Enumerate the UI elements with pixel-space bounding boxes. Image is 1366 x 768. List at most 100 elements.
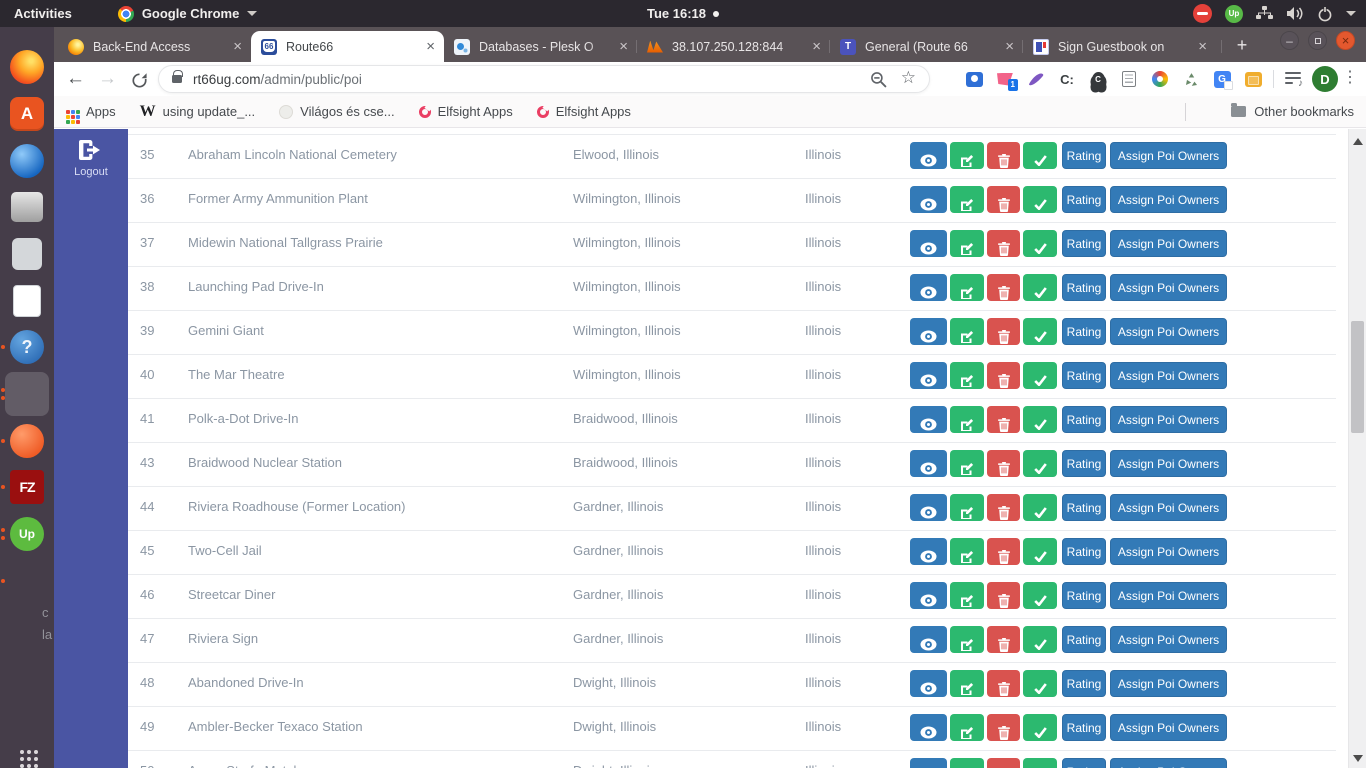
rating-button[interactable]: Rating <box>1062 274 1106 301</box>
approve-poi-button[interactable] <box>1023 362 1057 389</box>
rating-button[interactable]: Rating <box>1062 538 1106 565</box>
edit-poi-button[interactable] <box>950 538 984 565</box>
scroll-up-icon[interactable] <box>1353 138 1363 145</box>
browser-tab-4[interactable]: 38.107.250.128:844× <box>637 31 830 62</box>
assign-poi-owners-button[interactable]: Assign Poi Owners <box>1110 142 1227 169</box>
view-poi-button[interactable] <box>910 758 947 768</box>
bookmark-star-icon[interactable]: ☆ <box>901 68 916 88</box>
tab-close-icon[interactable]: × <box>616 39 631 54</box>
approve-poi-button[interactable] <box>1023 538 1057 565</box>
do-not-disturb-icon[interactable] <box>1193 4 1212 23</box>
assign-poi-owners-button[interactable]: Assign Poi Owners <box>1110 362 1227 389</box>
delete-poi-button[interactable] <box>987 406 1020 433</box>
delete-poi-button[interactable] <box>987 450 1020 477</box>
notes-extension-icon[interactable] <box>1120 70 1138 88</box>
rating-button[interactable]: Rating <box>1062 670 1106 697</box>
edit-poi-button[interactable] <box>950 670 984 697</box>
bookmark-elfsight-apps[interactable]: Elfsight Apps <box>419 104 513 119</box>
minimize-button[interactable]: – <box>1280 31 1299 50</box>
close-button[interactable]: × <box>1336 31 1355 50</box>
view-poi-button[interactable] <box>910 538 947 565</box>
edit-poi-button[interactable] <box>950 186 984 213</box>
view-poi-button[interactable] <box>910 406 947 433</box>
assign-poi-owners-button[interactable]: Assign Poi Owners <box>1110 670 1227 697</box>
view-poi-button[interactable] <box>910 494 947 521</box>
edit-poi-button[interactable] <box>950 318 984 345</box>
edit-poi-button[interactable] <box>950 406 984 433</box>
zoom-icon[interactable] <box>870 71 887 88</box>
rating-button[interactable]: Rating <box>1062 406 1106 433</box>
approve-poi-button[interactable] <box>1023 186 1057 213</box>
sessionbox-extension-icon[interactable] <box>1244 70 1262 88</box>
other-bookmarks-button[interactable]: Other bookmarks <box>1231 104 1354 119</box>
clock[interactable]: Tue 16:18 <box>647 6 719 21</box>
delete-poi-button[interactable] <box>987 230 1020 257</box>
show-applications-button[interactable] <box>20 750 24 754</box>
dock-item-writer[interactable] <box>5 279 49 323</box>
dock-item-archive[interactable] <box>5 185 49 229</box>
edit-poi-button[interactable] <box>950 142 984 169</box>
view-poi-button[interactable] <box>910 714 947 741</box>
power-icon[interactable] <box>1317 6 1333 22</box>
assign-poi-owners-button[interactable]: Assign Poi Owners <box>1110 494 1227 521</box>
view-poi-button[interactable] <box>910 450 947 477</box>
delete-poi-button[interactable] <box>987 274 1020 301</box>
browser-tab-1[interactable]: Back-End Access× <box>58 31 251 62</box>
assign-poi-owners-button[interactable]: Assign Poi Owners <box>1110 318 1227 345</box>
playlist-icon[interactable]: ♪ <box>1285 72 1302 86</box>
tab-close-icon[interactable]: × <box>809 39 824 54</box>
delete-poi-button[interactable] <box>987 142 1020 169</box>
delete-poi-button[interactable] <box>987 626 1020 653</box>
address-bar[interactable]: rt66ug.com/admin/public/poi ☆ <box>158 65 930 93</box>
view-poi-button[interactable] <box>910 362 947 389</box>
bookmark-elfsight-apps[interactable]: Elfsight Apps <box>537 104 631 119</box>
browser-tab-3[interactable]: Databases - Plesk O× <box>444 31 637 62</box>
rating-button[interactable]: Rating <box>1062 494 1106 521</box>
assign-poi-owners-button[interactable]: Assign Poi Owners <box>1110 758 1227 768</box>
bookmark-apps[interactable]: Apps <box>66 104 116 119</box>
assign-poi-owners-button[interactable]: Assign Poi Owners <box>1110 538 1227 565</box>
assign-poi-owners-button[interactable]: Assign Poi Owners <box>1110 450 1227 477</box>
view-poi-button[interactable] <box>910 626 947 653</box>
delete-poi-button[interactable] <box>987 714 1020 741</box>
approve-poi-button[interactable] <box>1023 626 1057 653</box>
edit-poi-button[interactable] <box>950 714 984 741</box>
rating-button[interactable]: Rating <box>1062 362 1106 389</box>
translate-extension-icon[interactable]: G <box>1213 70 1231 88</box>
view-poi-button[interactable] <box>910 318 947 345</box>
colorzilla-extension-icon[interactable]: C: <box>1058 70 1076 88</box>
delete-poi-button[interactable] <box>987 538 1020 565</box>
dock-item-vscode[interactable] <box>5 559 49 603</box>
approve-poi-button[interactable] <box>1023 714 1057 741</box>
rating-button[interactable]: Rating <box>1062 714 1106 741</box>
approve-poi-button[interactable] <box>1023 318 1057 345</box>
page-scrollbar[interactable] <box>1348 129 1366 768</box>
view-poi-button[interactable] <box>910 274 947 301</box>
approve-poi-button[interactable] <box>1023 450 1057 477</box>
approve-poi-button[interactable] <box>1023 274 1057 301</box>
dock-item-media[interactable] <box>5 232 49 276</box>
dock-item-upwork[interactable]: Up <box>5 512 49 556</box>
edit-poi-button[interactable] <box>950 274 984 301</box>
browser-tab-6[interactable]: Sign Guestbook on× <box>1023 31 1216 62</box>
delete-poi-button[interactable] <box>987 670 1020 697</box>
back-button[interactable]: ← <box>66 66 85 92</box>
assign-poi-owners-button[interactable]: Assign Poi Owners <box>1110 714 1227 741</box>
rating-button[interactable]: Rating <box>1062 450 1106 477</box>
rating-button[interactable]: Rating <box>1062 142 1106 169</box>
view-poi-button[interactable] <box>910 186 947 213</box>
palette-extension-icon[interactable] <box>1151 70 1169 88</box>
edit-poi-button[interactable] <box>950 362 984 389</box>
dock-item-thunderbird[interactable] <box>5 139 49 183</box>
maximize-button[interactable] <box>1308 31 1327 50</box>
forward-button[interactable]: → <box>98 66 117 92</box>
blocker-extension-icon[interactable]: 1 <box>996 70 1014 88</box>
edit-poi-button[interactable] <box>950 494 984 521</box>
approve-poi-button[interactable] <box>1023 142 1057 169</box>
rating-button[interactable]: Rating <box>1062 318 1106 345</box>
rating-button[interactable]: Rating <box>1062 626 1106 653</box>
approve-poi-button[interactable] <box>1023 230 1057 257</box>
approve-poi-button[interactable] <box>1023 582 1057 609</box>
network-icon[interactable] <box>1256 6 1273 21</box>
delete-poi-button[interactable] <box>987 582 1020 609</box>
